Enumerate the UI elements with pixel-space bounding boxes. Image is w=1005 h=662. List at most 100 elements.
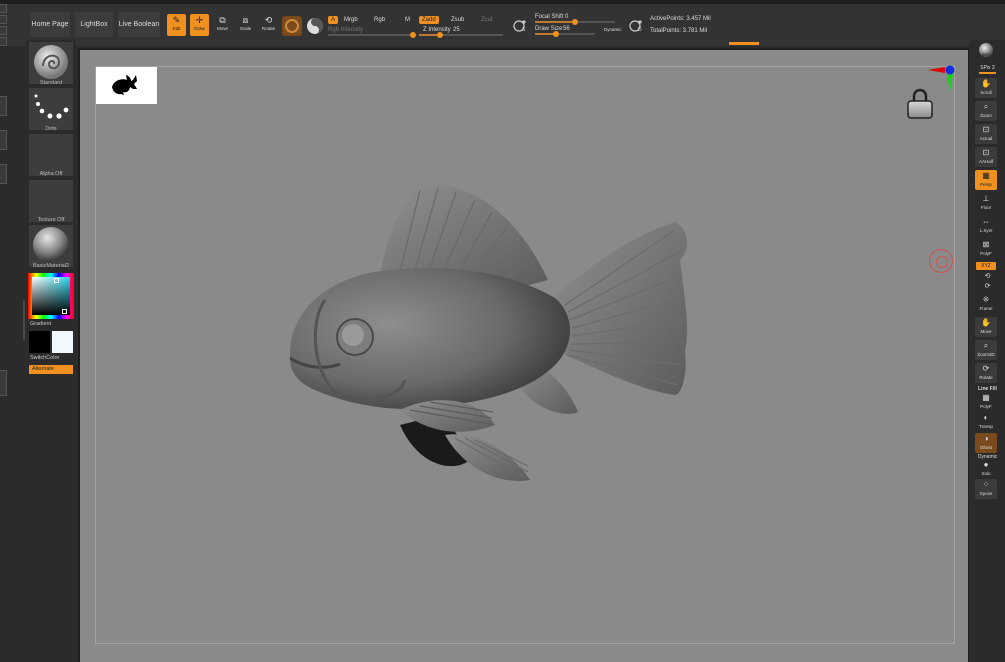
sphere-icon[interactable] bbox=[305, 16, 325, 36]
solo-button[interactable]: ● Solo bbox=[975, 459, 997, 479]
scroll-button[interactable]: ✋ Scroll bbox=[975, 78, 997, 98]
spix-label[interactable]: SPix 3 bbox=[970, 65, 1005, 71]
xpose-icon: ⁘ bbox=[982, 480, 990, 489]
xpose-button[interactable]: ⁘ Xpose bbox=[975, 479, 997, 499]
frame-icon: ⁜ bbox=[982, 295, 990, 304]
texture-thumbnail[interactable] bbox=[29, 180, 73, 222]
dots-stroke-icon bbox=[34, 94, 69, 119]
panel-divider[interactable] bbox=[23, 300, 25, 340]
stroke-thumbnail[interactable] bbox=[29, 88, 73, 130]
actual-button[interactable]: ⊡ Actual bbox=[975, 124, 997, 144]
left-tray-tabs[interactable] bbox=[0, 96, 8, 184]
polyf-button[interactable]: ▦ PolyF bbox=[975, 392, 997, 412]
zcut-toggle[interactable]: Zcut bbox=[481, 17, 493, 23]
scroll-label: Scroll bbox=[980, 90, 992, 95]
top-left-tray-tabs[interactable] bbox=[0, 4, 8, 50]
floor-button[interactable]: ⊥ Floor bbox=[975, 193, 997, 213]
xyz-button[interactable]: XYZ bbox=[976, 262, 996, 270]
tray-tab[interactable] bbox=[0, 15, 7, 24]
dynamic-toggle[interactable]: Dynamic bbox=[604, 27, 622, 32]
aahalf-icon: ⊡ bbox=[982, 148, 990, 157]
focal-shift-value: 0 bbox=[565, 14, 569, 20]
tray-tab[interactable] bbox=[0, 130, 7, 150]
move-button[interactable]: ⧉ Move bbox=[213, 14, 232, 36]
focal-shift-slider[interactable]: Focal Shift 0 bbox=[535, 14, 615, 25]
live-boolean-button[interactable]: Live Boolean bbox=[118, 12, 160, 37]
a-toggle[interactable]: A bbox=[328, 16, 339, 24]
xpose-label: Xpose bbox=[979, 491, 993, 496]
transp-button[interactable]: ◐ Transp bbox=[975, 412, 997, 432]
total-points: TotalPoints: 3.781 Mil bbox=[650, 28, 708, 34]
spix-slider[interactable] bbox=[979, 72, 996, 74]
persp-button[interactable]: ▦ Persp bbox=[975, 170, 997, 190]
slider-knob[interactable] bbox=[572, 19, 578, 25]
lock-icon[interactable] bbox=[905, 87, 935, 121]
bpr-button[interactable]: BPR bbox=[975, 42, 997, 62]
polyf-icon: ▦ bbox=[982, 393, 990, 402]
transp-label: Transp bbox=[979, 424, 993, 429]
navigation-thumbnail[interactable] bbox=[96, 67, 157, 104]
tray-tab[interactable] bbox=[0, 96, 7, 116]
aahalf-button[interactable]: ⊡ AAHalf bbox=[975, 147, 997, 167]
d-label: D bbox=[638, 27, 642, 33]
lightbox-button[interactable]: LightBox bbox=[75, 12, 113, 37]
move-view-icon: ✋ bbox=[981, 318, 991, 327]
rgb-intensity-label: Rgb Intensity bbox=[328, 27, 364, 33]
zoom-button[interactable]: ⌕ Zoom bbox=[975, 101, 997, 121]
tray-tab[interactable] bbox=[0, 370, 7, 396]
edit-button[interactable]: ✎ Edit bbox=[167, 14, 186, 36]
m-toggle[interactable]: M bbox=[405, 17, 410, 23]
brush-thumbnail[interactable] bbox=[29, 42, 73, 84]
slider-knob[interactable] bbox=[410, 32, 416, 38]
tray-tab[interactable] bbox=[0, 4, 7, 13]
lazy-mouse-s-icon[interactable] bbox=[512, 18, 528, 34]
zoom3d-label: Zoom3D bbox=[977, 352, 995, 357]
actual-label: Actual bbox=[979, 136, 993, 141]
lsym-button[interactable]: ⇔ L.Sym bbox=[975, 216, 997, 236]
material-thumbnail[interactable] bbox=[29, 225, 73, 267]
rotate-button[interactable]: ⟲ Rotate bbox=[259, 14, 278, 36]
tray-tab[interactable] bbox=[0, 37, 7, 46]
rgb-toggle[interactable]: Rgb bbox=[374, 17, 385, 23]
switch-color-label[interactable]: SwitchColor bbox=[30, 355, 59, 361]
gradient-label[interactable]: Gradient bbox=[30, 321, 51, 327]
alpha-thumbnail[interactable] bbox=[29, 134, 73, 176]
rgb-intensity-slider[interactable]: Rgb Intensity bbox=[328, 27, 416, 38]
rotate-free-icon[interactable]: ⟳ bbox=[970, 282, 1005, 290]
s-label: S bbox=[522, 27, 526, 33]
alternate-button[interactable]: Alternate bbox=[29, 365, 73, 374]
zoom3d-icon: ⌕ bbox=[983, 341, 989, 350]
material-swatch-icon[interactable] bbox=[282, 16, 302, 36]
home-page-button[interactable]: Home Page bbox=[30, 12, 70, 37]
tray-tab[interactable] bbox=[0, 164, 7, 184]
scale-button[interactable]: ⧈ Scale bbox=[236, 14, 255, 36]
main-color-swatch[interactable] bbox=[29, 331, 50, 353]
polyf-lock-button[interactable]: ⊠ PolyF bbox=[975, 239, 997, 259]
zsub-toggle[interactable]: Zsub bbox=[451, 17, 464, 23]
rotate-axis-icon[interactable]: ⟲ bbox=[970, 272, 1005, 280]
goldfish-model[interactable] bbox=[280, 180, 700, 490]
slider-knob[interactable] bbox=[553, 31, 559, 37]
solo-icon: ● bbox=[983, 460, 989, 469]
draw-size-slider[interactable]: Draw Size 56 bbox=[535, 26, 595, 37]
zadd-toggle[interactable]: Zadd bbox=[419, 16, 439, 24]
slider-knob[interactable] bbox=[437, 32, 443, 38]
frame-button[interactable]: ⁜ Frame bbox=[975, 294, 997, 314]
tray-tab[interactable] bbox=[0, 26, 7, 35]
tray-indicator[interactable] bbox=[729, 42, 759, 45]
draw-button[interactable]: ✛ Draw bbox=[190, 14, 209, 36]
z-intensity-slider[interactable]: Z Intensity 25 bbox=[419, 27, 503, 38]
color-cursor[interactable] bbox=[54, 278, 59, 283]
ghost-button[interactable]: ◑ Ghost bbox=[975, 433, 997, 453]
standard-brush-icon bbox=[34, 45, 68, 79]
secondary-color-swatch[interactable] bbox=[52, 331, 73, 353]
color-cursor-secondary[interactable] bbox=[62, 309, 67, 314]
move-view-button[interactable]: ✋ Move bbox=[975, 317, 997, 337]
left-shelf: Standard Dots Alpha Off Texture Off Basi… bbox=[26, 40, 76, 662]
left-tray-tabs-lower[interactable] bbox=[0, 370, 8, 416]
rotate-view-button[interactable]: ⟳ Rotate bbox=[975, 363, 997, 383]
color-picker[interactable] bbox=[28, 273, 74, 319]
zoom3d-button[interactable]: ⌕ Zoom3D bbox=[975, 340, 997, 360]
frame-label: Frame bbox=[979, 306, 993, 311]
mrgb-toggle[interactable]: Mrgb bbox=[344, 17, 358, 23]
